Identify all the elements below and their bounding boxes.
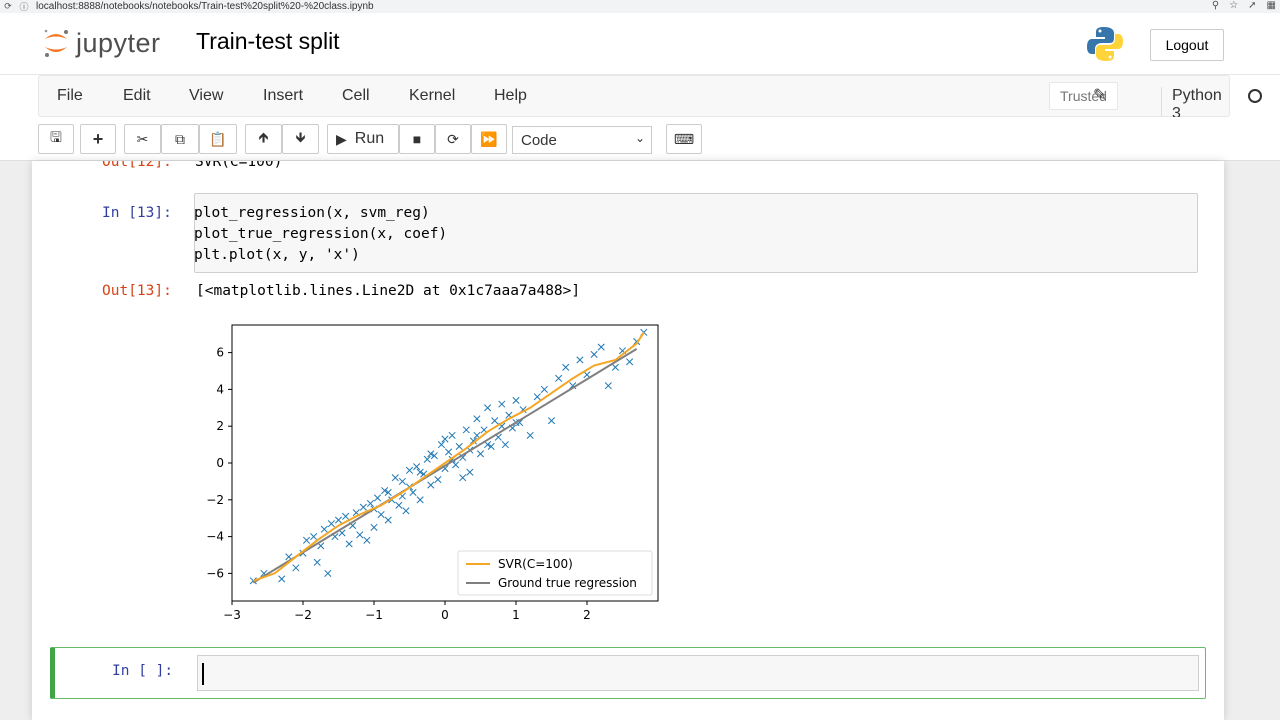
text-cursor bbox=[202, 663, 204, 685]
cell-type-value: Code bbox=[521, 131, 557, 149]
run-button[interactable]: ▶ Run bbox=[327, 124, 399, 154]
python-logo-icon bbox=[1087, 27, 1123, 61]
trusted-indicator[interactable]: Trusted bbox=[1049, 82, 1118, 110]
jupyter-logo[interactable]: jupyter bbox=[42, 27, 161, 59]
star-icon[interactable]: ☆ bbox=[1229, 0, 1238, 11]
play-icon: ▶ bbox=[336, 130, 347, 147]
x-tick-label: −3 bbox=[223, 608, 241, 622]
menu-edit[interactable]: Edit bbox=[123, 87, 151, 105]
jupyter-logo-icon bbox=[44, 29, 68, 57]
interrupt-button[interactable]: ■ bbox=[399, 124, 435, 154]
regression-chart: −3 −2 −1 0 1 2 −6 −4 −2 0 2 4 6 SVR(C=100) Ground true… bbox=[206, 324, 659, 622]
extension-icon[interactable]: ➚ bbox=[1248, 0, 1256, 11]
legend-label-svr: SVR(C=100) bbox=[498, 557, 573, 571]
browser-bar: ⟳ ⓘ localhost:8888/notebooks/notebooks/T… bbox=[0, 0, 1280, 13]
address-bar[interactable]: localhost:8888/notebooks/notebooks/Train… bbox=[36, 1, 374, 12]
run-label: Run bbox=[354, 130, 385, 147]
menu-view[interactable]: View bbox=[189, 87, 223, 105]
new-cell-input[interactable] bbox=[197, 655, 1199, 691]
keyboard-icon: ⌨ bbox=[673, 130, 695, 147]
y-tick-label: 6 bbox=[216, 346, 224, 360]
paste-icon: 📋 bbox=[209, 130, 227, 147]
command-palette-button[interactable]: ⌨ bbox=[666, 124, 702, 154]
y-tick-label: 2 bbox=[216, 419, 224, 433]
notebook-container[interactable]: Out[12]: SVR(C=100) In [13]: plot_regres… bbox=[32, 161, 1224, 720]
save-icon: 🖫 bbox=[50, 129, 62, 145]
info-icon[interactable]: ⓘ bbox=[16, 0, 32, 13]
y-tick-label: 4 bbox=[216, 382, 224, 396]
toolbar: 🖫 + ✂ ⧉ 📋 🡹 🡻 ▶ Run ■ ⟳ ⏩ Code ⌄ ⌨ bbox=[0, 117, 1280, 161]
code-line: plot_true_regression(x, coef) bbox=[194, 226, 448, 242]
x-tick-label: −2 bbox=[294, 608, 312, 622]
arrow-up-icon: 🡹 bbox=[258, 129, 269, 145]
new-code-cell[interactable]: In [ ]: bbox=[50, 647, 1206, 699]
edit-pencil-icon[interactable]: ✎ bbox=[1093, 85, 1106, 105]
reload-icon[interactable]: ⟳ bbox=[0, 1, 16, 12]
fast-forward-icon: ⏩ bbox=[480, 130, 498, 147]
y-tick-label: 0 bbox=[216, 456, 224, 470]
notebook-header: jupyter Train-test split Logout bbox=[0, 13, 1280, 75]
cut-button[interactable]: ✂ bbox=[124, 124, 161, 154]
restart-icon: ⟳ bbox=[447, 130, 459, 147]
restart-button[interactable]: ⟳ bbox=[435, 124, 471, 154]
new-in-prompt: In [ ]: bbox=[112, 663, 174, 679]
menu-kernel[interactable]: Kernel bbox=[409, 87, 455, 105]
output-text: [<matplotlib.lines.Line2D at 0x1c7aaa7a4… bbox=[196, 283, 581, 299]
copy-button[interactable]: ⧉ bbox=[161, 124, 199, 154]
scissors-icon: ✂ bbox=[136, 130, 149, 147]
arrow-down-icon: 🡻 bbox=[295, 129, 306, 145]
cell-type-select[interactable]: Code ⌄ bbox=[512, 126, 652, 154]
menu-file[interactable]: File bbox=[57, 87, 83, 105]
prev-out-prompt: Out[12]: bbox=[102, 161, 172, 170]
chevron-down-icon: ⌄ bbox=[634, 131, 645, 145]
x-tick-label: 2 bbox=[583, 608, 591, 622]
kernel-idle-icon bbox=[1248, 89, 1262, 103]
menu-help[interactable]: Help bbox=[494, 87, 527, 105]
restart-run-all-button[interactable]: ⏩ bbox=[471, 124, 507, 154]
move-down-button[interactable]: 🡻 bbox=[282, 124, 319, 154]
prev-out-text: SVR(C=100) bbox=[195, 161, 283, 170]
code-line: plot_regression(x, svm_reg) bbox=[194, 205, 430, 221]
y-tick-label: −6 bbox=[206, 566, 224, 580]
in-prompt: In [13]: bbox=[102, 205, 172, 221]
insert-cell-button[interactable]: + bbox=[80, 124, 116, 154]
save-button[interactable]: 🖫 bbox=[38, 124, 74, 154]
out-prompt: Out[13]: bbox=[102, 283, 172, 299]
puzzle-icon[interactable]: ▦ bbox=[1267, 0, 1276, 11]
x-tick-label: 1 bbox=[512, 608, 520, 622]
plus-icon: + bbox=[92, 128, 104, 149]
menu-cell[interactable]: Cell bbox=[342, 87, 370, 105]
x-tick-label: −1 bbox=[365, 608, 383, 622]
copy-icon: ⧉ bbox=[175, 130, 185, 147]
notebook-title[interactable]: Train-test split bbox=[196, 28, 340, 55]
paste-button[interactable]: 📋 bbox=[199, 124, 237, 154]
zoom-icon[interactable]: ⚲ bbox=[1212, 0, 1219, 11]
output-plot: −3 −2 −1 0 1 2 −6 −4 −2 0 2 4 6 SVR(C=100) Ground true… bbox=[202, 321, 672, 631]
logo-text: jupyter bbox=[76, 27, 161, 58]
stop-icon: ■ bbox=[412, 131, 422, 147]
legend-label-true: Ground true regression bbox=[498, 576, 637, 590]
code-line: plt.plot(x, y, 'x') bbox=[194, 247, 360, 263]
y-tick-label: −4 bbox=[206, 530, 224, 544]
x-tick-label: 0 bbox=[441, 608, 449, 622]
menu-insert[interactable]: Insert bbox=[263, 87, 303, 105]
menu-bar: File Edit View Insert Cell Kernel Help T… bbox=[0, 75, 1280, 123]
move-up-button[interactable]: 🡹 bbox=[245, 124, 282, 154]
logout-button[interactable]: Logout bbox=[1150, 29, 1224, 61]
y-tick-label: −2 bbox=[206, 493, 224, 507]
